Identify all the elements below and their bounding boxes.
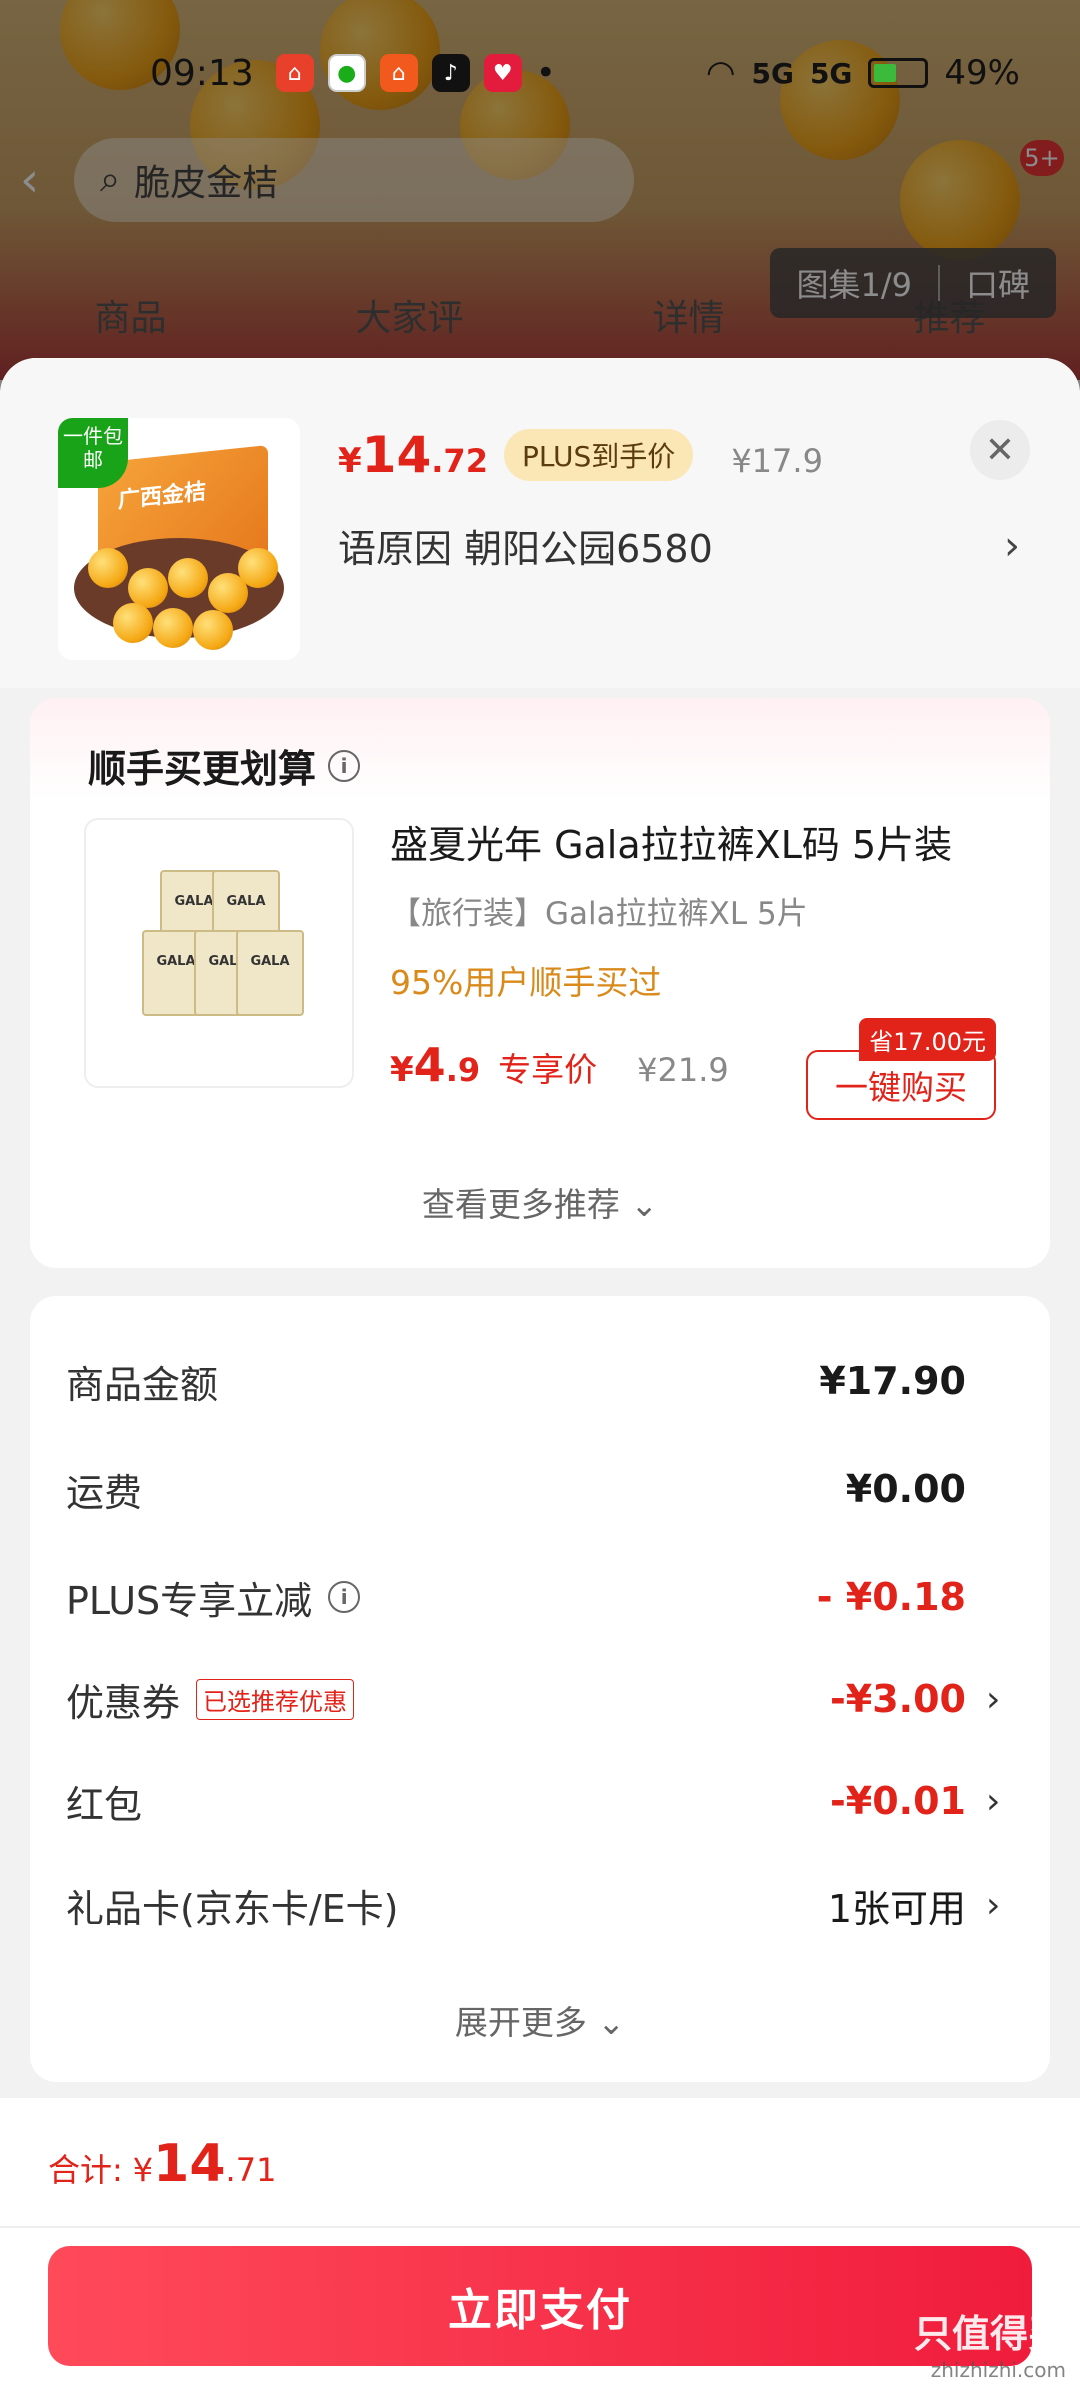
product-original-price: ¥17.9	[731, 442, 823, 480]
info-icon[interactable]: i	[328, 1581, 361, 1613]
cost-row-plus-discount: PLUS专享立减 i - ¥0.18	[66, 1562, 1006, 1632]
watermark-url: zhizhizhi.com	[930, 2358, 1066, 2382]
info-icon[interactable]: i	[328, 749, 361, 782]
address-row[interactable]: 语原因 朝阳公园6580 ›	[338, 518, 1020, 573]
message-app-icon: ●	[327, 54, 366, 92]
cost-breakdown-card: 商品金额 ¥17.90 运费 ¥0.00 PLUS专享立减 i - ¥0.18 …	[30, 1296, 1050, 2082]
cost-value: ¥17.90	[819, 1359, 966, 1403]
save-amount-tag: 省17.00元	[859, 1018, 996, 1061]
footer-divider	[0, 2226, 1080, 2228]
cost-value: ¥0.00	[845, 1467, 966, 1511]
cost-value: 1张可用	[827, 1886, 966, 1931]
signal-2-icon: 5G	[809, 56, 853, 90]
chevron-right-icon: ›	[986, 1678, 1001, 1720]
more-notifications-icon: •	[535, 53, 556, 93]
watermark-text: 只值得买	[913, 2312, 1066, 2356]
signal-1-icon: 5G	[751, 56, 794, 90]
pay-now-button[interactable]: 立即支付	[48, 2246, 1032, 2366]
total-dec: .71	[225, 2151, 277, 2189]
upsell-title: 顺手买更划算 i	[88, 738, 361, 793]
checkout-sheet: 广西金桔 一件包邮 ¥14.72 PLUS到手价 ¥17.9 ✕ 语原因 朝阳公…	[0, 358, 1080, 2400]
cost-row-gift-card[interactable]: 礼品卡(京东卡/E卡) 1张可用 ›	[66, 1870, 1006, 1940]
expand-more-link[interactable]: 展开更多 ⌄	[30, 1996, 1050, 2044]
chevron-right-icon: ›	[1004, 522, 1020, 569]
total-label: 合计:	[48, 2151, 123, 2189]
tiktok-icon: ♪	[431, 54, 470, 92]
more-recommendations-link[interactable]: 查看更多推荐 ⌄	[30, 1178, 1050, 1226]
address-text: 语原因 朝阳公园6580	[338, 527, 713, 571]
chevron-right-icon: ›	[986, 1884, 1001, 1926]
battery-icon	[868, 58, 929, 88]
upsell-item-name[interactable]: 盛夏光年 Gala拉拉裤XL码 5片装	[390, 814, 952, 869]
status-time: 09:13	[150, 52, 254, 94]
close-button[interactable]: ✕	[970, 420, 1030, 480]
cost-row-red-packet[interactable]: 红包 -¥0.01 ›	[66, 1766, 1006, 1836]
cost-row-subtotal: 商品金额 ¥17.90	[66, 1346, 1006, 1416]
free-shipping-tag: 一件包邮	[58, 418, 128, 488]
status-bar: 09:13 ⌂ ● ⌂ ♪ ♥ • ◠ 5G 5G 49%	[0, 48, 1080, 98]
product-price: ¥14.72	[338, 426, 488, 484]
cost-label-group: PLUS专享立减 i	[66, 1570, 361, 1625]
total-price: 合计: ¥ 14 .71	[48, 2134, 276, 2194]
wifi-icon: ◠	[705, 53, 736, 93]
upsell-original-price: ¥21.9	[637, 1051, 729, 1089]
jd-app-icon: ♥	[483, 54, 522, 92]
upsell-price: ¥4.9	[390, 1038, 481, 1092]
cost-label: PLUS专享立减	[66, 1578, 313, 1623]
cost-label: 运费	[66, 1470, 143, 1515]
total-int: 14	[153, 2134, 226, 2194]
coupon-selected-tag: 已选推荐优惠	[196, 1678, 355, 1720]
upsell-price-label: 专享价	[498, 1050, 598, 1089]
upsell-item-subtitle: 【旅行装】Gala拉拉裤XL 5片	[390, 896, 808, 932]
cost-row-shipping: 运费 ¥0.00	[66, 1454, 1006, 1524]
cost-label-group: 优惠券 已选推荐优惠	[66, 1672, 355, 1727]
product-thumbnail[interactable]: 广西金桔 一件包邮	[58, 418, 300, 660]
cost-value: - ¥0.18	[816, 1575, 966, 1619]
chevron-right-icon: ›	[986, 1780, 1001, 1822]
product-header: 广西金桔 一件包邮 ¥14.72 PLUS到手价 ¥17.9 ✕ 语原因 朝阳公…	[0, 358, 1080, 688]
cost-label: 优惠券	[66, 1680, 181, 1725]
cost-value: -¥0.01	[830, 1779, 966, 1823]
upsell-title-text: 顺手买更划算	[88, 747, 317, 791]
cost-label: 红包	[66, 1782, 143, 1827]
cost-label: 商品金额	[66, 1362, 219, 1407]
upsell-price-row: ¥4.9 专享价 ¥21.9	[390, 1038, 729, 1092]
watermark: 只值得买 zhizhizhi.com	[914, 2303, 1066, 2382]
plus-price-badge: PLUS到手价	[503, 429, 694, 481]
cost-value: -¥3.00	[830, 1677, 966, 1721]
product-price-row: ¥14.72 PLUS到手价 ¥17.9	[338, 426, 823, 487]
total-currency: ¥	[132, 2151, 154, 2189]
cost-label: 礼品卡(京东卡/E卡)	[66, 1886, 399, 1931]
cost-row-coupon[interactable]: 优惠券 已选推荐优惠 -¥3.00 ›	[66, 1664, 1006, 1734]
shopping-app-icon: ⌂	[379, 54, 418, 92]
battery-percent: 49%	[944, 53, 1020, 93]
close-icon: ✕	[984, 429, 1016, 471]
checkout-footer: 合计: ¥ 14 .71 立即支付 只值得买 zhizhizhi.com	[0, 2098, 1080, 2400]
upsell-hint: 95%用户顺手买过	[390, 963, 662, 1002]
upsell-item-image[interactable]: GALA GALA GALA GALA GALA	[84, 818, 354, 1088]
upsell-card: 顺手买更划算 i GALA GALA GALA GALA GALA 盛夏光年 G…	[30, 698, 1050, 1268]
notification-app-icon: ⌂	[275, 54, 314, 92]
